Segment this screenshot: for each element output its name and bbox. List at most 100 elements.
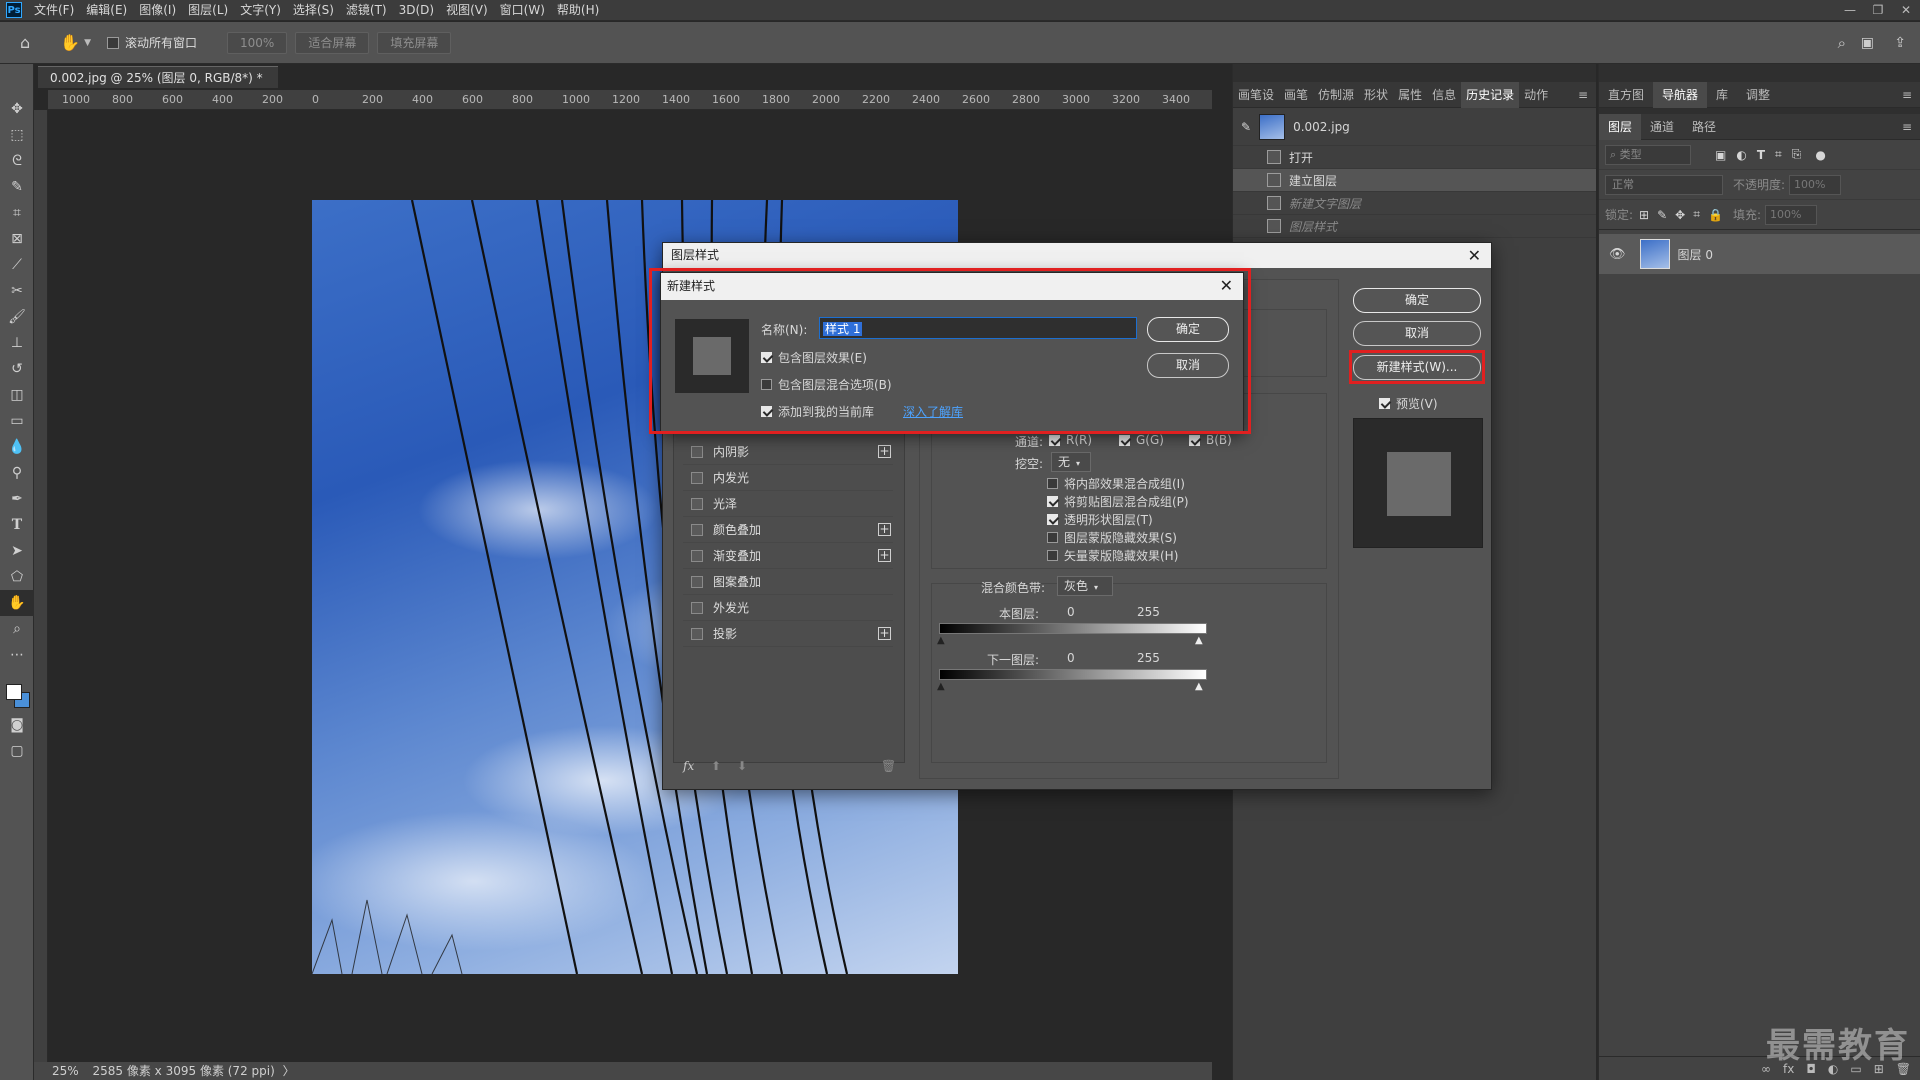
blend-mode-select[interactable]: 正常 (1605, 174, 1723, 195)
top-tab-2[interactable]: 库 (1707, 82, 1737, 108)
filter-adjust-icon[interactable]: ◐ (1736, 148, 1746, 162)
layer-row[interactable]: 👁 图层 0 (1599, 234, 1920, 274)
filter-pixel-icon[interactable]: ▣ (1715, 148, 1726, 162)
tab-4[interactable]: 属性 (1393, 82, 1427, 108)
healing-tool-icon[interactable]: ✂ (0, 278, 34, 304)
eraser-tool-icon[interactable]: ◫ (0, 382, 34, 408)
knockout-select[interactable]: 无 ▾ (1051, 452, 1091, 472)
style-row[interactable]: 内阴影 + (683, 439, 893, 465)
menu-help[interactable]: 帮助(H) (551, 0, 605, 21)
screen-mode-icon[interactable]: ▢ (0, 738, 34, 764)
menu-type[interactable]: 文字(Y) (234, 0, 287, 21)
fill-input[interactable]: 100% (1765, 204, 1817, 225)
layer-style-ok-button[interactable]: 确定 (1353, 288, 1481, 313)
add-library-option[interactable]: 添加到我的当前库 (761, 403, 874, 420)
layer-filter-select[interactable]: ⌕ 类型 (1605, 144, 1691, 165)
channel-r-checkbox[interactable] (1049, 434, 1060, 446)
this-layer-white-handle[interactable]: ▲ (1195, 635, 1203, 646)
tab-2[interactable]: 仿制源 (1313, 82, 1359, 108)
new-style-ok-button[interactable]: 确定 (1147, 317, 1229, 342)
crop-tool-icon[interactable]: ⌗ (0, 200, 34, 226)
include-blending-checkbox[interactable] (761, 379, 772, 390)
style-checkbox[interactable] (691, 601, 703, 614)
menu-window[interactable]: 窗口(W) (494, 0, 551, 21)
style-row[interactable]: 内发光 (683, 465, 893, 491)
channel-r-option[interactable]: R(R) (1049, 433, 1092, 447)
panel-collapse-bar[interactable] (1233, 64, 1596, 82)
move-down-icon[interactable]: ⬇ (737, 759, 747, 773)
layer-style-close-icon[interactable]: ✕ (1468, 243, 1481, 268)
channel-b-checkbox[interactable] (1189, 434, 1200, 446)
fit-screen-button[interactable]: 适合屏幕 (295, 31, 370, 54)
advanced-option-checkbox[interactable] (1047, 496, 1058, 507)
lock-all-icon[interactable]: 🔒 (1708, 208, 1723, 222)
tab-1[interactable]: 画笔 (1279, 82, 1313, 108)
visibility-eye-icon[interactable]: 👁 (1609, 247, 1626, 262)
add-effect-plus-icon[interactable]: + (878, 445, 891, 458)
underlying-black-handle[interactable]: ▲ (937, 681, 945, 692)
style-checkbox[interactable] (691, 471, 703, 484)
style-checkbox[interactable] (691, 549, 703, 562)
home-icon[interactable]: ⌂ (20, 33, 30, 52)
move-tool-icon[interactable]: ✥ (0, 96, 34, 122)
menu-edit[interactable]: 编辑(E) (80, 0, 133, 21)
brush-tool-icon[interactable]: 🖌 (0, 304, 34, 330)
blur-tool-icon[interactable]: 💧 (0, 434, 34, 460)
lock-pixels-icon[interactable]: ⊞ (1639, 208, 1649, 222)
layers-tab-2[interactable]: 路径 (1683, 114, 1725, 140)
channel-b-option[interactable]: B(B) (1189, 433, 1232, 447)
advanced-option-checkbox[interactable] (1047, 550, 1058, 561)
include-effects-checkbox[interactable] (761, 352, 772, 363)
style-checkbox[interactable] (691, 575, 703, 588)
path-select-tool-icon[interactable]: ➤ (0, 538, 34, 564)
workspace-icon[interactable]: ▣ (1861, 35, 1874, 51)
new-style-button[interactable]: 新建样式(W)... (1353, 355, 1481, 380)
underlying-gradient-slider[interactable] (939, 669, 1207, 680)
filter-shape-icon[interactable]: ⌗ (1775, 147, 1782, 162)
frame-tool-icon[interactable]: ⊠ (0, 226, 34, 252)
lock-brush-icon[interactable]: ✎ (1657, 208, 1667, 222)
restore-icon[interactable]: ❐ (1864, 0, 1892, 21)
style-row[interactable]: 外发光 (683, 595, 893, 621)
layers-tab-0[interactable]: 图层 (1599, 113, 1642, 140)
learn-more-link[interactable]: 深入了解库 (903, 403, 963, 420)
add-library-checkbox[interactable] (761, 406, 772, 417)
type-tool-icon[interactable]: T (0, 512, 34, 538)
style-row[interactable]: 渐变叠加 + (683, 543, 893, 569)
channel-g-option[interactable]: G(G) (1119, 433, 1164, 447)
share-icon[interactable]: ⇪ (1894, 35, 1906, 51)
history-item[interactable]: 图层样式 (1233, 215, 1596, 238)
layers-tab-1[interactable]: 通道 (1641, 114, 1683, 140)
style-checkbox[interactable] (691, 627, 703, 640)
history-item[interactable]: 打开 (1233, 146, 1596, 169)
menu-layer[interactable]: 图层(L) (182, 0, 234, 21)
style-checkbox[interactable] (691, 497, 703, 510)
status-chevron-icon[interactable]: 〉 (283, 1064, 295, 1078)
fill-screen-button[interactable]: 填充屏幕 (377, 31, 452, 54)
top-tab-1[interactable]: 导航器 (1653, 81, 1708, 108)
marquee-tool-icon[interactable]: ⬚ (0, 122, 34, 148)
pen-tool-icon[interactable]: ✒ (0, 486, 34, 512)
color-swatches[interactable] (0, 668, 34, 712)
preview-checkbox[interactable] (1379, 398, 1390, 409)
more-tools-icon[interactable]: ⋯ (0, 642, 34, 668)
lasso-tool-icon[interactable]: ᘓ (0, 148, 34, 174)
this-layer-black-handle[interactable]: ▲ (937, 635, 945, 646)
filter-toggle-icon[interactable]: ● (1815, 148, 1825, 162)
zoom-level[interactable]: 25% (52, 1064, 79, 1078)
underlying-white-handle[interactable]: ▲ (1195, 681, 1203, 692)
delete-effect-icon[interactable]: 🗑 (881, 759, 896, 773)
filter-type-icon[interactable]: T (1757, 148, 1765, 162)
quick-mask-icon[interactable]: ◙ (0, 712, 34, 738)
menu-filter[interactable]: 滤镜(T) (340, 0, 393, 21)
minimize-icon[interactable]: — (1836, 0, 1864, 21)
history-snapshot-row[interactable]: ✎ 0.002.jpg (1233, 108, 1596, 146)
history-brush-source-icon[interactable]: ✎ (1241, 120, 1251, 134)
history-item[interactable]: 新建文字图层 (1233, 192, 1596, 215)
blend-if-select[interactable]: 灰色 ▾ (1057, 576, 1113, 596)
lock-artboard-icon[interactable]: ⌗ (1693, 207, 1700, 222)
top-tab-menu-icon[interactable]: ≡ (1902, 88, 1912, 102)
shape-tool-icon[interactable]: ⬠ (0, 564, 34, 590)
zoom-tool-icon[interactable]: ⌕ (0, 616, 34, 642)
style-checkbox[interactable] (691, 523, 703, 536)
